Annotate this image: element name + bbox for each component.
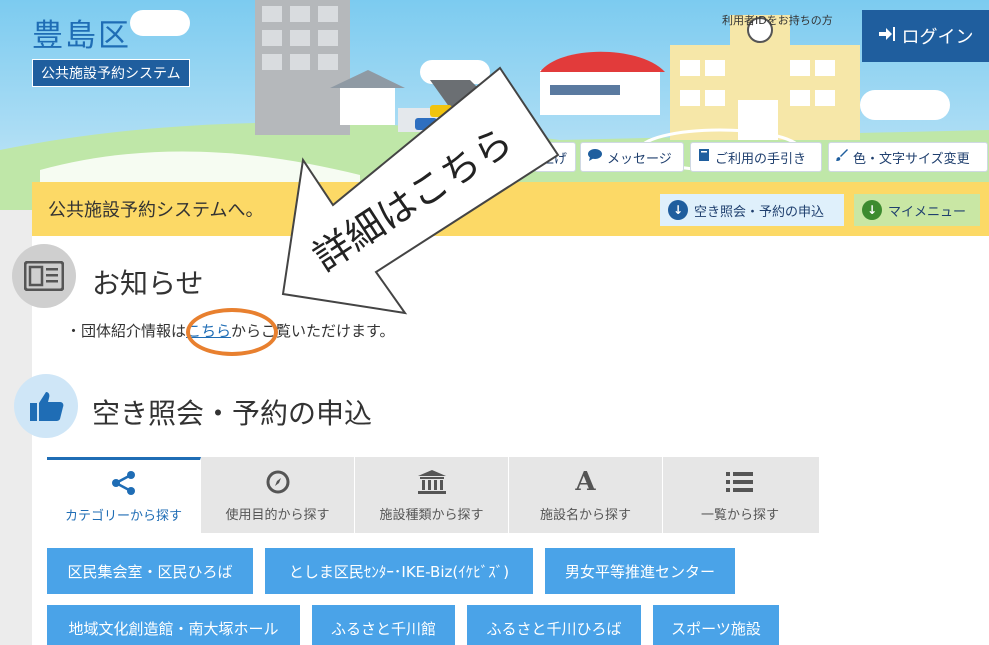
- category-button-kumin-center[interactable]: としま区民ｾﾝﾀｰ･IKE-Biz(ｲｹﾋﾞｽﾞ): [265, 548, 533, 594]
- newspaper-icon: [12, 244, 76, 308]
- welcome-bar: 公共施設予約システムへ。 ↓ 空き照会・予約の申込 ↓ マイメニュー: [32, 182, 989, 236]
- font-size-up-button[interactable]: 上げ: [534, 142, 576, 172]
- tab-facility-name[interactable]: A 施設名から探す: [509, 457, 663, 533]
- guide-label: ご利用の手引き: [715, 151, 807, 167]
- category-button-community-room[interactable]: 区民集会室・区民ひろば: [47, 548, 253, 594]
- tab-category[interactable]: カテゴリーから探す: [47, 457, 201, 533]
- color-text-size-button[interactable]: 色・文字サイズ変更: [828, 142, 988, 172]
- bank-icon: [417, 468, 447, 496]
- tab-facility-type[interactable]: 施設種類から探す: [355, 457, 509, 533]
- message-button[interactable]: メッセージ: [580, 142, 684, 172]
- notice-title: お知らせ: [92, 267, 204, 300]
- link-highlight-circle: [186, 308, 278, 356]
- header-banner: 豊島区 公共施設予約システム 利用者IDをお持ちの方 ログイン 上げ メッセージ…: [0, 0, 989, 210]
- paintbrush-icon: [835, 148, 849, 166]
- mymenu-button[interactable]: ↓ マイメニュー: [854, 194, 980, 226]
- tab-category-label: カテゴリーから探す: [64, 509, 182, 524]
- login-button[interactable]: ログイン: [862, 10, 989, 62]
- mymenu-label: マイメニュー: [888, 204, 967, 220]
- category-button-senkawa-plaza[interactable]: ふるさと千川ひろば: [467, 605, 641, 645]
- tab-list[interactable]: 一覧から探す: [663, 457, 817, 533]
- tab-facility-type-label: 施設種類から探す: [379, 507, 484, 523]
- share-icon: [111, 469, 137, 497]
- message-label: メッセージ: [607, 151, 672, 167]
- font-size-up-label: 上げ: [541, 151, 568, 167]
- reservation-title: 空き照会・予約の申込: [92, 397, 373, 430]
- chat-bubble-icon: [587, 148, 603, 166]
- notice-text-before: ・団体紹介情報は: [66, 322, 187, 340]
- system-name: 公共施設予約システム: [32, 59, 190, 87]
- category-button-sports[interactable]: スポーツ施設: [653, 605, 779, 645]
- tab-purpose[interactable]: 使用目的から探す: [201, 457, 355, 533]
- availability-button[interactable]: ↓ 空き照会・予約の申込: [660, 194, 844, 226]
- book-icon: [697, 148, 711, 166]
- tab-list-label: 一覧から探す: [700, 507, 779, 523]
- logo-area: 豊島区 公共施設予約システム: [32, 10, 190, 87]
- search-tabs: カテゴリーから探す 使用目的から探す 施設種類から探す A 施設名から探す 一覧…: [47, 457, 819, 533]
- sign-in-icon: [878, 26, 896, 47]
- arrow-down-circle-icon: ↓: [862, 200, 882, 220]
- tab-facility-name-label: 施設名から探す: [539, 507, 631, 523]
- thumbs-up-icon: [14, 374, 78, 438]
- ward-name: 豊島区: [32, 18, 131, 54]
- login-note: 利用者IDをお持ちの方: [722, 14, 833, 27]
- list-icon: [726, 468, 754, 496]
- category-button-gender-equality[interactable]: 男女平等推進センター: [545, 548, 735, 594]
- color-text-size-label: 色・文字サイズ変更: [853, 151, 970, 167]
- arrow-down-circle-icon: ↓: [668, 200, 688, 220]
- compass-icon: [266, 468, 290, 496]
- availability-label: 空き照会・予約の申込: [694, 204, 825, 220]
- welcome-text: 公共施設予約システムへ。: [48, 200, 264, 221]
- tab-purpose-label: 使用目的から探す: [225, 507, 330, 523]
- category-button-culture-hall[interactable]: 地域文化創造館・南大塚ホール: [47, 605, 300, 645]
- login-label: ログイン: [901, 27, 974, 48]
- category-button-senkawa-hall[interactable]: ふるさと千川館: [312, 605, 455, 645]
- letter-a-icon: A: [575, 466, 596, 497]
- guide-button[interactable]: ご利用の手引き: [690, 142, 822, 172]
